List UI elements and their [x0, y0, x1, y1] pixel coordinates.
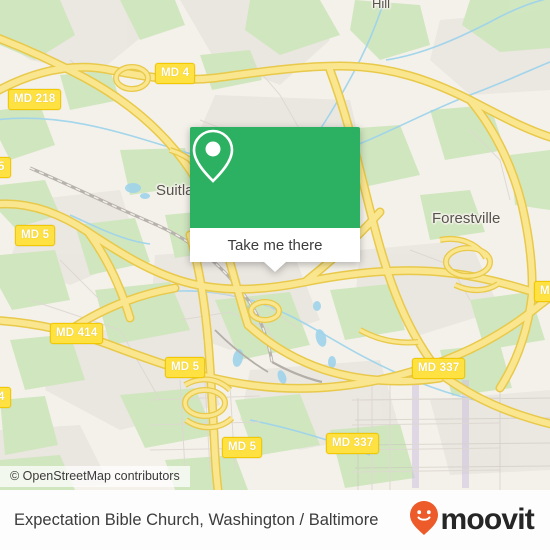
road-shield[interactable]: MD 4: [155, 63, 196, 84]
road-shield[interactable]: 4: [0, 387, 11, 408]
road-shield[interactable]: 5: [0, 157, 11, 178]
road-shield[interactable]: MD 5: [222, 437, 263, 458]
road-shield[interactable]: MD 337: [326, 433, 380, 454]
take-me-there-label: Take me there: [227, 236, 323, 254]
moovit-logo[interactable]: moovit: [409, 500, 535, 541]
road-shield[interactable]: MD 337: [412, 358, 466, 379]
map-attribution[interactable]: © OpenStreetMap contributors: [0, 466, 190, 487]
location-popup[interactable]: Take me there: [190, 127, 360, 272]
screenshot-root: MD 4 MD 218 5 MD 5 MD 414 MD 5 4 MD 337 …: [0, 0, 550, 550]
page-title: Expectation Bible Church, Washington / B…: [14, 510, 379, 529]
footer-bar: Expectation Bible Church, Washington / B…: [0, 490, 550, 550]
place-label: Hill: [372, 0, 391, 11]
road-shield[interactable]: MD 414: [50, 323, 104, 344]
place-label: Forestville: [432, 210, 501, 227]
road-shield[interactable]: MD 5: [165, 357, 206, 378]
road-shield[interactable]: MD 5: [15, 225, 56, 246]
popup-tail: [264, 262, 286, 272]
moovit-wordmark: moovit: [440, 503, 534, 536]
road-shield[interactable]: MD 218: [8, 89, 62, 110]
map-canvas[interactable]: MD 4 MD 218 5 MD 5 MD 414 MD 5 4 MD 337 …: [0, 0, 550, 490]
popup-header: [190, 127, 360, 228]
take-me-there-button[interactable]: Take me there: [190, 228, 360, 262]
road-shield[interactable]: M: [534, 281, 550, 302]
moovit-pin-icon: [409, 500, 439, 541]
